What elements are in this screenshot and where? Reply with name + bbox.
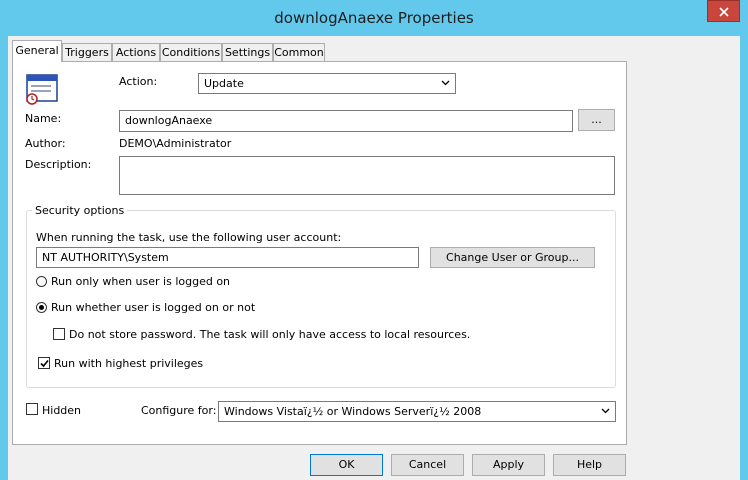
cancel-button[interactable]: Cancel [391,454,464,476]
hidden-checkbox[interactable] [26,403,38,415]
tab-settings[interactable]: Settings [222,43,273,61]
action-dropdown-value: Update [204,77,244,90]
highest-privileges-checkbox[interactable] [38,357,50,369]
configure-for-dropdown[interactable]: Windows Vistaï¿½ or Windows Serverï¿½ 20… [218,401,616,422]
run-whether-radio[interactable] [36,302,47,313]
window-frame-right [740,36,748,480]
author-value: DEMO\Administrator [119,137,232,150]
tab-actions[interactable]: Actions [112,43,160,61]
run-whether-label[interactable]: Run whether user is logged on or not [51,301,255,314]
window-frame-left [0,36,8,480]
browse-button[interactable]: ... [578,109,615,131]
tab-general[interactable]: General [12,40,62,62]
hidden-label[interactable]: Hidden [42,404,81,417]
apply-button[interactable]: Apply [472,454,545,476]
chevron-down-icon [601,408,610,414]
scheduled-task-icon [25,73,59,108]
close-button[interactable] [707,0,740,22]
author-label: Author: [25,137,66,150]
account-prompt: When running the task, use the following… [36,231,342,244]
radio-selected-dot [39,305,44,310]
tab-triggers[interactable]: Triggers [62,43,112,61]
no-store-password-label[interactable]: Do not store password. The task will onl… [69,328,470,341]
close-icon [719,7,729,17]
help-button[interactable]: Help [553,454,626,476]
chevron-down-icon [441,80,450,86]
security-options-legend: Security options [32,204,128,217]
description-field[interactable] [119,156,615,195]
action-label: Action: [119,75,158,88]
no-store-password-checkbox[interactable] [53,328,65,340]
run-logged-on-label[interactable]: Run only when user is logged on [51,275,230,288]
tab-conditions[interactable]: Conditions [160,43,222,61]
highest-privileges-label[interactable]: Run with highest privileges [54,357,203,370]
window-title: downlogAnaexe Properties [274,9,474,27]
action-dropdown[interactable]: Update [198,73,456,94]
configure-for-value: Windows Vistaï¿½ or Windows Serverï¿½ 20… [224,405,482,418]
change-user-button[interactable]: Change User or Group... [430,247,595,268]
name-field[interactable]: downlogAnaexe [119,110,573,132]
description-label: Description: [25,158,92,171]
tab-common[interactable]: Common [273,43,325,61]
ok-button[interactable]: OK [310,454,383,476]
run-logged-on-radio[interactable] [36,276,47,287]
checkmark-icon [40,359,49,368]
name-label: Name: [25,112,62,125]
user-account-field[interactable]: NT AUTHORITY\System [36,247,419,268]
configure-for-label: Configure for: [141,404,217,417]
